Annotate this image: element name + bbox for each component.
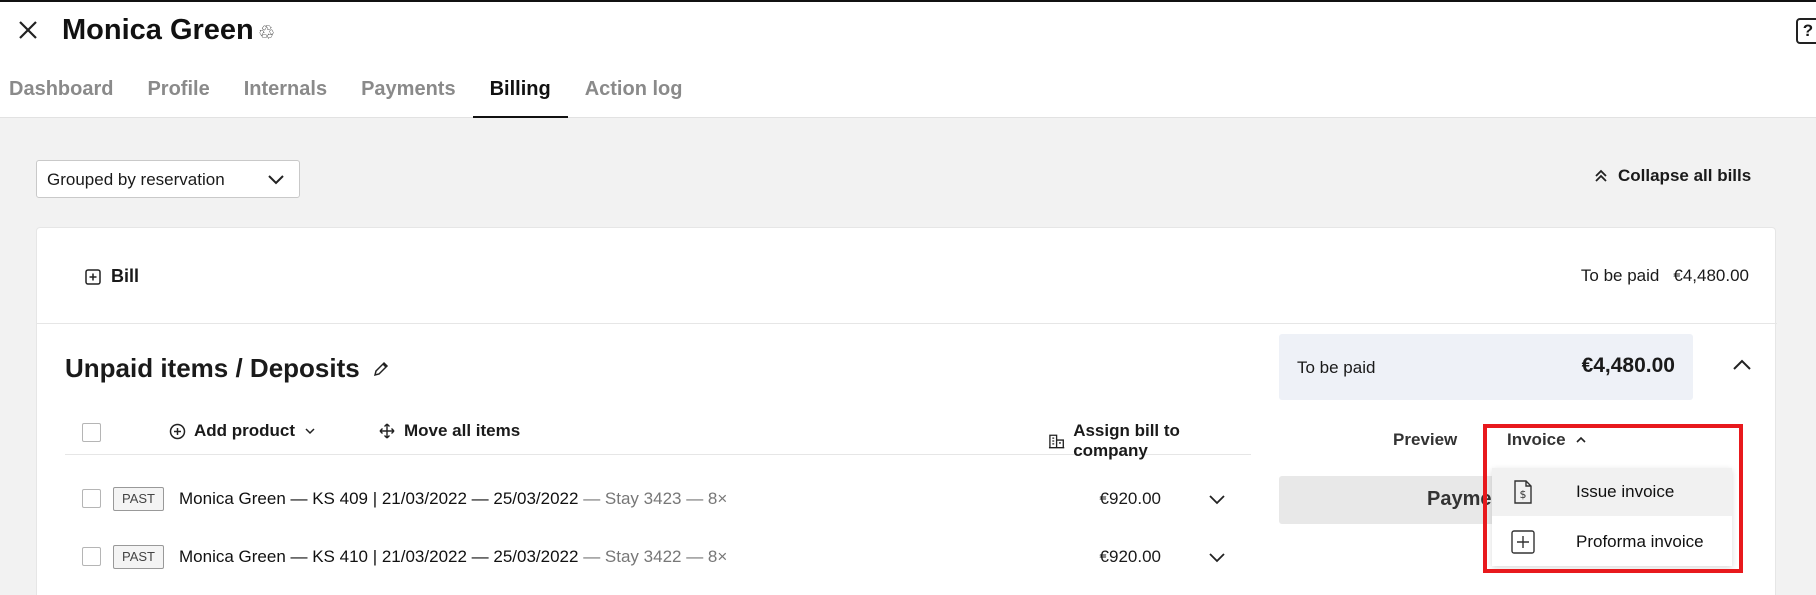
chevron-up-icon[interactable]: [1731, 354, 1753, 376]
collapse-all-bills-button[interactable]: Collapse all bills: [1594, 166, 1751, 186]
add-product-button[interactable]: Add product: [169, 421, 317, 441]
tab-dashboard[interactable]: Dashboard: [0, 72, 130, 118]
section-title-text: Unpaid items / Deposits: [65, 353, 360, 383]
item-meta: — Stay 3422 — 8×: [578, 547, 728, 566]
group-by-value: Grouped by reservation: [47, 170, 225, 189]
chevron-down-icon: [305, 428, 315, 435]
customer-header: Monica Green ♲ ? Dashboard Profile Inter…: [0, 2, 1816, 118]
bill-toggle[interactable]: Bill: [85, 266, 139, 287]
summary-label: To be paid: [1297, 358, 1376, 377]
list-item: PAST Monica Green — KS 410 | 21/03/2022 …: [65, 541, 1251, 595]
item-meta: — Stay 3423 — 8×: [578, 489, 728, 508]
chevron-down-icon: [268, 175, 284, 185]
assign-bill-label: Assign bill to company: [1073, 421, 1180, 460]
edit-pencil-icon[interactable]: [372, 360, 390, 378]
close-button[interactable]: [14, 16, 44, 46]
bill-header-row: Bill To be paid €4,480.00: [37, 228, 1777, 324]
close-icon: [19, 21, 37, 39]
item-price: €920.00: [1099, 489, 1161, 508]
company-building-icon: [1048, 434, 1065, 449]
item-price: €920.00: [1099, 547, 1161, 566]
item-description: Monica Green — KS 410 | 21/03/2022 — 25/…: [179, 547, 727, 567]
list-item: PAST Monica Green — KS 409 | 21/03/2022 …: [65, 483, 1251, 539]
tab-bar: Dashboard Profile Internals Payments Bil…: [0, 72, 699, 118]
item-title: Monica Green — KS 410 | 21/03/2022 — 25/…: [179, 547, 579, 566]
item-title: Monica Green — KS 409 | 21/03/2022 — 25/…: [179, 489, 579, 508]
item-description: Monica Green — KS 409 | 21/03/2022 — 25/…: [179, 489, 727, 509]
select-all-checkbox[interactable]: [82, 423, 101, 442]
chevron-down-icon[interactable]: [1207, 489, 1227, 509]
help-button[interactable]: ?: [1796, 18, 1816, 44]
status-badge: PAST: [113, 545, 164, 569]
group-by-select[interactable]: Grouped by reservation: [36, 160, 300, 198]
assign-bill-to-company-button[interactable]: Assign bill to company: [1048, 421, 1251, 461]
tab-action-log[interactable]: Action log: [568, 72, 700, 118]
recycle-icon: ♲: [258, 23, 276, 44]
section-title: Unpaid items / Deposits: [65, 353, 390, 384]
double-chevron-up-icon: [1595, 169, 1607, 182]
add-product-label: Add product: [194, 421, 296, 440]
item-checkbox[interactable]: [82, 547, 101, 566]
items-toolbar: Add product Move all items Assign bill t…: [65, 413, 1251, 460]
collapse-all-label: Collapse all bills: [1618, 166, 1752, 185]
tab-payments[interactable]: Payments: [344, 72, 473, 118]
chevron-down-icon[interactable]: [1207, 547, 1227, 567]
summary-amount: €4,480.00: [1581, 354, 1675, 377]
to-be-paid-amount: €4,480.00: [1673, 266, 1749, 285]
tab-profile[interactable]: Profile: [130, 72, 226, 118]
payment-button[interactable]: Payment: [1279, 476, 1503, 524]
tab-billing[interactable]: Billing: [472, 72, 568, 118]
to-be-paid-summary: To be paid €4,480.00: [1279, 334, 1693, 400]
move-all-items-button[interactable]: Move all items: [378, 421, 520, 441]
move-arrows-icon: [379, 423, 395, 439]
move-all-items-label: Move all items: [404, 421, 521, 440]
bill-label: Bill: [111, 266, 140, 286]
plus-circle-icon: [169, 423, 186, 439]
preview-button[interactable]: Preview: [1393, 430, 1457, 450]
to-be-paid-label: To be paid: [1580, 266, 1660, 285]
status-badge: PAST: [113, 487, 164, 511]
bill-to-be-paid: To be paid €4,480.00: [1581, 266, 1749, 286]
page-title: Monica Green: [62, 14, 254, 46]
red-highlight-box: [1483, 424, 1743, 573]
plus-square-icon: [85, 268, 101, 285]
tab-internals[interactable]: Internals: [227, 72, 344, 118]
item-checkbox[interactable]: [82, 489, 101, 508]
